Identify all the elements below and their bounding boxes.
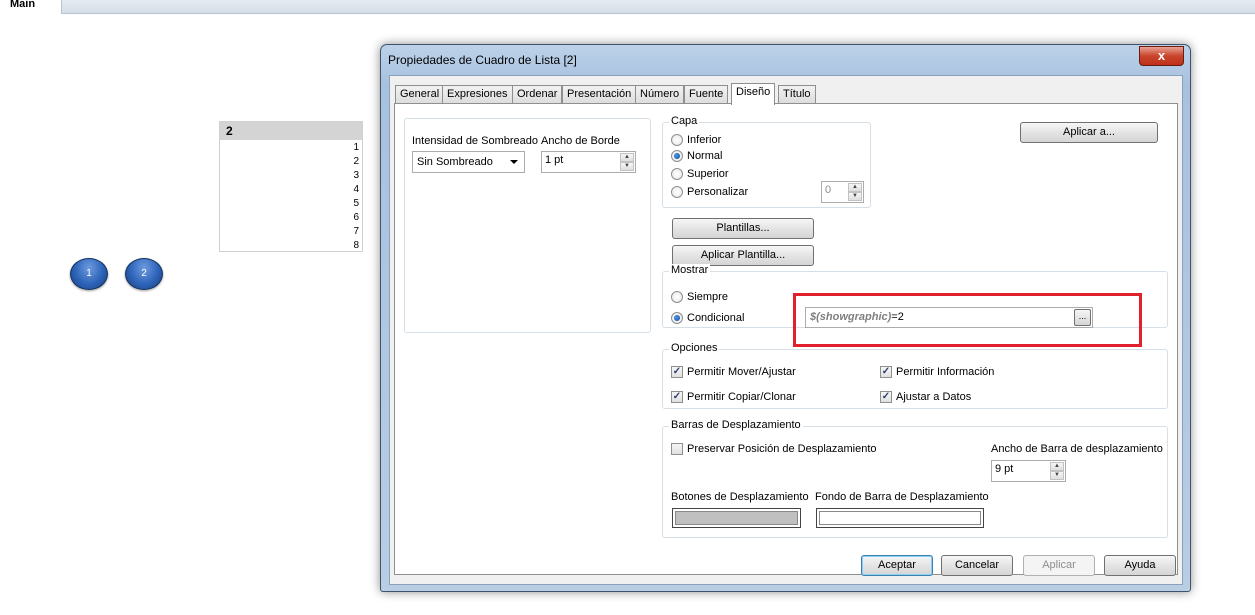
spin-down-icon[interactable]: ▼ [620, 162, 634, 171]
spin-up-icon[interactable]: ▲ [620, 153, 634, 162]
highlight-annotation [793, 293, 1142, 347]
tab-fuente[interactable]: Fuente [684, 85, 729, 104]
chevron-down-icon [510, 160, 518, 164]
close-icon: x [1157, 48, 1166, 63]
shading-select[interactable]: Sin Sombreado [412, 151, 525, 173]
preserve-scroll-label: Preservar Posición de Desplazamiento [687, 443, 877, 455]
spin-buttons[interactable]: ▲ ▼ [620, 153, 634, 171]
tab-expresiones[interactable]: Expresiones [442, 85, 513, 104]
tab-ordenar[interactable]: Ordenar [512, 85, 563, 104]
listbox[interactable]: 2 1 2 3 4 5 6 7 8 [219, 121, 363, 252]
tab-presentacion[interactable]: Presentación [562, 85, 637, 104]
list-item[interactable]: 4 [220, 183, 362, 197]
layer-option-label: Inferior [687, 134, 722, 146]
sheet-button-1[interactable]: 1 [70, 258, 108, 290]
apply-template-button[interactable]: Aplicar Plantilla... [672, 245, 814, 266]
list-item[interactable]: 3 [220, 169, 362, 183]
layer-label: Capa [669, 115, 700, 127]
layer-custom-input[interactable]: 0 ▲ ▼ [821, 181, 864, 203]
list-item[interactable]: 2 [220, 155, 362, 169]
layer-option-label: Normal [687, 150, 723, 162]
shading-value: Sin Sombreado [417, 156, 493, 168]
border-width-input[interactable]: 1 pt ▲ ▼ [541, 151, 636, 173]
apply-to-button[interactable]: Aplicar a... [1020, 122, 1158, 143]
tab-numero[interactable]: Número [635, 85, 685, 104]
scrollbars-label: Barras de Desplazamiento [669, 419, 803, 431]
scroll-buttons-label: Botones de Desplazamiento [671, 491, 809, 503]
allow-copy-checkbox[interactable]: ✓ [671, 391, 683, 403]
list-item[interactable]: 7 [220, 225, 362, 239]
layer-custom-value: 0 [825, 184, 832, 196]
list-item[interactable]: 1 [220, 141, 362, 155]
close-button[interactable]: x [1139, 46, 1184, 66]
tab-general[interactable]: General [395, 85, 445, 104]
spin-up-icon[interactable]: ▲ [1050, 462, 1064, 471]
layer-option-label: Personalizar [687, 186, 749, 198]
tab-diseno[interactable]: Diseño [731, 83, 776, 105]
layer-option-label: Superior [687, 168, 729, 180]
sheet-tabbar: Main [0, 0, 1255, 14]
allow-move-checkbox[interactable]: ✓ [671, 366, 683, 378]
sheet-tab-main[interactable]: Main [0, 0, 62, 14]
spin-buttons[interactable]: ▲ ▼ [848, 183, 862, 201]
listbox-items: 1 2 3 4 5 6 7 8 [220, 140, 362, 253]
preserve-scroll-checkbox[interactable] [671, 443, 683, 455]
scroll-buttons-color[interactable] [672, 508, 801, 528]
show-label: Mostrar [669, 264, 711, 276]
list-item[interactable]: 5 [220, 197, 362, 211]
show-option-label: Siempre [687, 291, 728, 303]
cancel-button[interactable]: Cancelar [941, 555, 1013, 576]
allow-copy-label: Permitir Copiar/Clonar [687, 391, 796, 403]
scrollbar-width-input[interactable]: 9 pt ▲ ▼ [991, 460, 1066, 482]
show-option-label: Condicional [687, 312, 745, 324]
templates-button[interactable]: Plantillas... [672, 218, 814, 239]
sheet-button-2[interactable]: 2 [125, 258, 163, 290]
list-item[interactable]: 6 [220, 211, 362, 225]
listbox-title[interactable]: 2 [220, 122, 362, 140]
spin-buttons[interactable]: ▲ ▼ [1050, 462, 1064, 480]
show-radio-condicional[interactable] [671, 312, 683, 324]
layer-radio-personalizar[interactable] [671, 186, 683, 198]
scroll-buttons-color-fill [675, 511, 798, 525]
allow-move-label: Permitir Mover/Ajustar [687, 366, 796, 378]
border-width-label: Ancho de Borde [541, 135, 620, 147]
scroll-background-color[interactable] [816, 508, 984, 528]
spin-down-icon[interactable]: ▼ [848, 192, 862, 201]
fit-data-label: Ajustar a Datos [896, 391, 972, 403]
show-radio-siempre[interactable] [671, 291, 683, 303]
scrollbar-width-label: Ancho de Barra de desplazamiento [991, 443, 1163, 455]
layer-radio-inferior[interactable] [671, 134, 683, 146]
allow-info-checkbox[interactable]: ✓ [880, 366, 892, 378]
layer-radio-normal[interactable] [671, 150, 683, 162]
border-width-value: 1 pt [545, 154, 564, 166]
shading-label: Intensidad de Sombreado [412, 135, 538, 147]
scroll-background-label: Fondo de Barra de Desplazamiento [815, 491, 989, 503]
dialog-title: Propiedades de Cuadro de Lista [2] [388, 53, 577, 67]
scrollbar-width-value: 9 pt [995, 463, 1014, 475]
layer-radio-superior[interactable] [671, 168, 683, 180]
tab-titulo[interactable]: Título [778, 85, 816, 104]
options-label: Opciones [669, 342, 720, 354]
apply-button[interactable]: Aplicar [1023, 555, 1095, 576]
fit-data-checkbox[interactable]: ✓ [880, 391, 892, 403]
spin-up-icon[interactable]: ▲ [848, 183, 862, 192]
allow-info-label: Permitir Información [896, 366, 995, 378]
help-button[interactable]: Ayuda [1104, 555, 1176, 576]
spin-down-icon[interactable]: ▼ [1050, 471, 1064, 480]
scroll-background-color-fill [819, 511, 981, 525]
ok-button[interactable]: Aceptar [861, 555, 933, 576]
list-item[interactable]: 8 [220, 239, 362, 253]
